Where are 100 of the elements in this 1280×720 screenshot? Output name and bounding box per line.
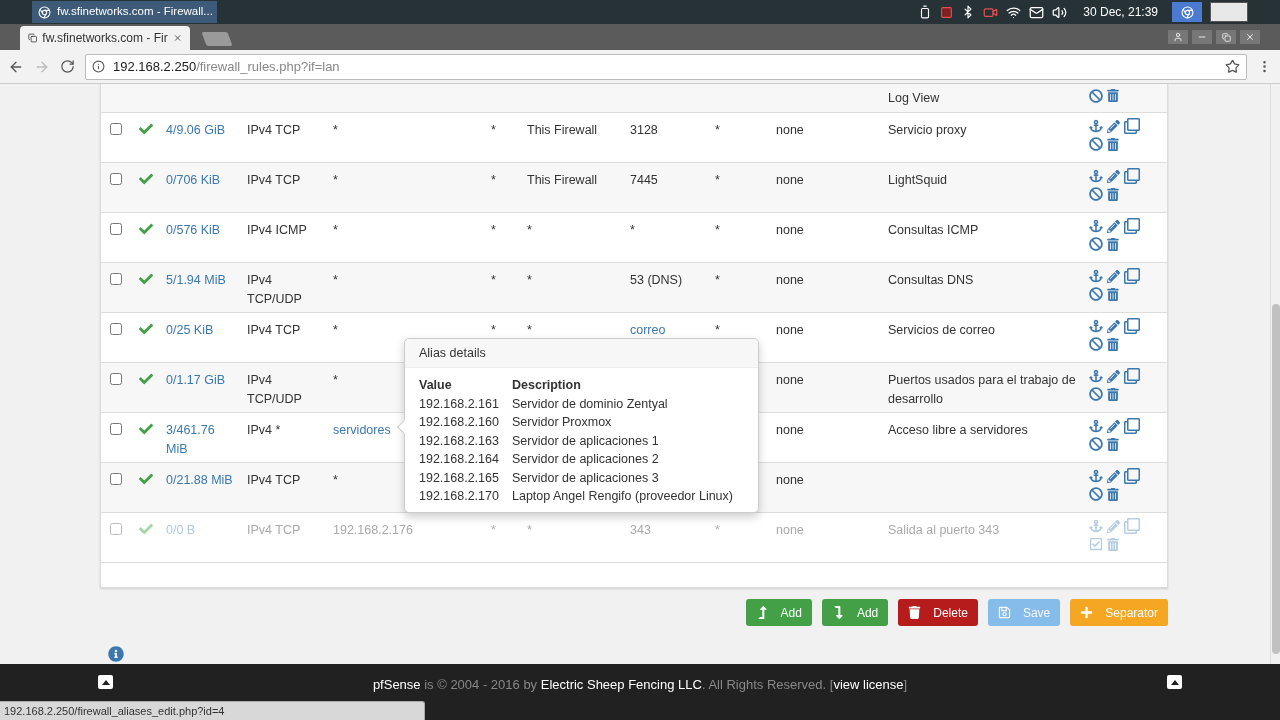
disable-icon[interactable] [1089, 237, 1103, 251]
delete-icon[interactable] [1107, 337, 1119, 351]
row-checkbox[interactable] [110, 323, 122, 335]
copy-icon[interactable] [1124, 468, 1140, 484]
edit-icon[interactable] [1107, 269, 1120, 283]
table-cell-text: 192.168.2.161 [419, 395, 500, 413]
states-link[interactable]: 3/461.76 MiB [166, 421, 237, 459]
reload-icon[interactable] [60, 59, 75, 74]
browser-tab[interactable]: fw.sfinetworks.com - Fir [20, 26, 190, 50]
anchor-icon[interactable] [1089, 419, 1103, 433]
row-checkbox[interactable] [110, 123, 122, 135]
table-cell: Consultas ICMP [888, 223, 979, 237]
states-link[interactable]: 0/576 KiB [166, 221, 237, 240]
license-link[interactable]: view license [833, 675, 904, 695]
disable-icon[interactable] [1089, 187, 1103, 201]
states-link[interactable]: 4/9.06 GiB [166, 121, 237, 140]
disable-icon[interactable] [1089, 387, 1103, 401]
wifi-icon[interactable] [1006, 4, 1022, 20]
edit-icon[interactable] [1107, 119, 1120, 133]
states-link[interactable]: 5/1.94 MiB [166, 271, 237, 290]
row-checkbox[interactable] [110, 223, 122, 235]
table-cell: * [715, 323, 720, 337]
anchor-icon[interactable] [1089, 369, 1103, 383]
row-checkbox[interactable] [110, 273, 122, 285]
states-link[interactable]: 0/21.88 MiB [166, 471, 237, 490]
copy-icon[interactable] [1124, 418, 1140, 434]
pass-icon [139, 322, 153, 336]
row-checkbox[interactable] [110, 373, 122, 385]
anchor-icon[interactable] [1089, 319, 1103, 333]
mail-icon[interactable] [1029, 4, 1045, 20]
states-link[interactable]: 0/25 KiB [166, 321, 237, 340]
new-tab-button[interactable] [201, 32, 233, 46]
row-checkbox[interactable] [110, 423, 122, 435]
scrollbar[interactable] [1270, 84, 1280, 664]
disable-icon[interactable] [1089, 437, 1103, 451]
taskbar-browser-button[interactable] [1172, 2, 1202, 22]
anchor-icon[interactable] [1089, 169, 1103, 183]
alias-link[interactable]: servidores [333, 423, 391, 437]
delete-icon[interactable] [1107, 187, 1119, 201]
disable-icon[interactable] [1089, 337, 1103, 351]
edit-icon[interactable] [1107, 169, 1120, 183]
edit-icon[interactable] [1107, 419, 1120, 433]
delete-icon[interactable] [1107, 387, 1119, 401]
action-button[interactable]: Delete [898, 599, 978, 626]
table-cell: 3128 [630, 123, 658, 137]
delete-icon[interactable] [1107, 89, 1119, 102]
copy-icon[interactable] [1124, 118, 1140, 134]
table-cell: * [491, 273, 496, 287]
close-button[interactable] [1240, 30, 1260, 44]
close-icon[interactable] [172, 32, 182, 44]
table-cell: * [715, 223, 720, 237]
copy-icon[interactable] [1124, 368, 1140, 384]
table-cell: * [715, 523, 720, 537]
alias-link[interactable]: correo [630, 323, 666, 337]
info-icon[interactable] [108, 646, 124, 662]
action-button[interactable]: Add [745, 599, 812, 626]
edit-icon[interactable] [1107, 469, 1120, 483]
copy-icon[interactable] [1124, 318, 1140, 334]
anchor-icon[interactable] [1089, 469, 1103, 483]
table-cell: IPv4 TCP [247, 323, 301, 337]
disable-icon[interactable] [1089, 487, 1103, 501]
delete-icon[interactable] [1107, 237, 1119, 251]
disable-icon[interactable] [1089, 287, 1103, 301]
edit-icon[interactable] [1107, 369, 1120, 383]
delete-icon[interactable] [1107, 287, 1119, 301]
volume-icon[interactable] [1052, 4, 1068, 20]
restore-button[interactable] [1216, 30, 1236, 44]
disable-icon[interactable] [1089, 89, 1103, 103]
table-cell: none [776, 423, 804, 437]
row-checkbox[interactable] [110, 473, 122, 485]
anchor-icon[interactable] [1089, 219, 1103, 233]
delete-icon[interactable] [1107, 487, 1119, 501]
table-cell: * [333, 123, 338, 137]
edit-icon[interactable] [1107, 219, 1120, 233]
anchor-icon[interactable] [1089, 269, 1103, 283]
copy-icon[interactable] [1124, 168, 1140, 184]
table-cell-text: 192.168.2.165 [419, 469, 500, 487]
action-button[interactable]: Add [821, 599, 889, 626]
status-url-bubble: 192.168.2.250/firewall_aliases_edit.php?id=4 [0, 701, 425, 720]
states-link[interactable]: 0/1.17 GiB [166, 371, 237, 390]
edit-icon[interactable] [1107, 319, 1120, 333]
row-checkbox[interactable] [110, 173, 122, 185]
copy-icon[interactable] [1124, 268, 1140, 284]
delete-icon[interactable] [1107, 437, 1119, 451]
profile-button[interactable] [1168, 30, 1188, 44]
taskbar-window-button[interactable]: fw.sfinetworks.com - Firewall... [32, 1, 217, 23]
bookmark-icon[interactable] [1225, 59, 1240, 74]
table-cell: none [776, 473, 804, 487]
anchor-icon[interactable] [1089, 119, 1103, 133]
taskbar-window-thumbnail[interactable] [1210, 2, 1248, 22]
copy-icon[interactable] [1124, 218, 1140, 234]
table-cell: This Firewall [527, 123, 598, 137]
disable-icon[interactable] [1089, 137, 1103, 151]
delete-icon[interactable] [1107, 137, 1119, 151]
address-field[interactable]: 192.168.2.250/firewall_rules.php?if=lan [85, 53, 1247, 80]
scroll-top-icon[interactable] [1167, 675, 1182, 689]
scroll-top-icon[interactable] [98, 675, 113, 689]
screen-icon[interactable] [940, 5, 954, 19]
column-header: Value [419, 377, 453, 394]
states-link[interactable]: 0/706 KiB [166, 171, 237, 190]
